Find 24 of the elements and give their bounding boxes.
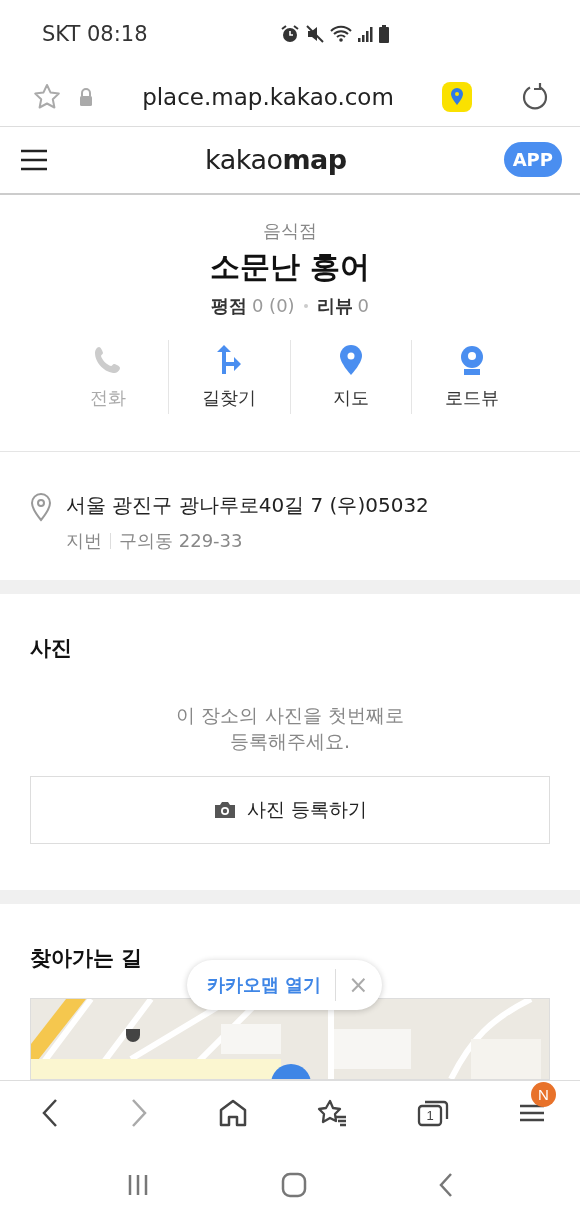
status-time: SKT 08:18 [42, 21, 149, 46]
action-button[interactable]: 지도 [289, 339, 411, 414]
open-app-link[interactable]: 카카오맵 열기 [187, 969, 337, 1001]
lot-address: 구의동 229-33 [119, 528, 243, 553]
rating-value: 0 (0) [251, 295, 295, 316]
tab-count: 1 [425, 1107, 435, 1125]
place-name: 소문난 홍어 [209, 247, 371, 286]
rating-label: 평점 [210, 293, 247, 318]
action-button[interactable]: 로드뷰 [410, 339, 532, 414]
road-address: 서울 광진구 광나루로40길 7 (우)05032 [66, 491, 429, 519]
empty-message: 이 장소의 사진을 첫번째로 등록해주세요. [175, 703, 405, 754]
review-label: 리뷰 [316, 293, 353, 318]
review-count: 0 [357, 295, 370, 316]
section-title: 찾아가는 길 [30, 945, 144, 972]
tabs-button[interactable]: 1 [417, 1098, 450, 1128]
logo-text: map [282, 144, 347, 176]
action-button[interactable]: 길찾기 [168, 339, 290, 414]
section-title: 사진 [30, 635, 73, 662]
add-photo-button[interactable]: 사진 등록하기 [30, 776, 550, 844]
logo-text: kakao [205, 144, 283, 176]
place-category: 음식점 [263, 218, 317, 243]
lot-label: 지번 [66, 528, 102, 553]
url-text[interactable]: place.map.kakao.com [110, 83, 426, 110]
notification-badge: N [531, 1082, 556, 1107]
